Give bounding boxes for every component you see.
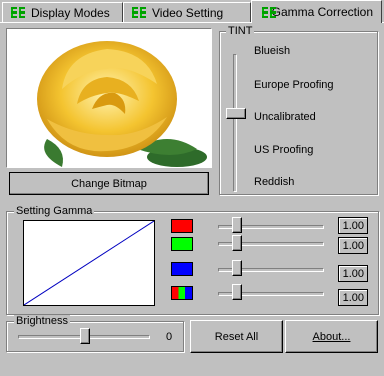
about-button[interactable]: About... [285, 320, 378, 353]
rgb-channel-swatch [171, 286, 193, 300]
tab-label: Display Modes [31, 5, 110, 20]
tint-slider-track[interactable] [233, 54, 237, 192]
monitor-settings-icon [11, 7, 25, 18]
brightness-value: 0 [166, 331, 173, 343]
reset-all-label: Reset All [214, 330, 259, 343]
green-gamma-value: 1.00 [338, 237, 368, 254]
gamma-curve [23, 220, 155, 306]
red-channel-swatch [171, 219, 193, 233]
bitmap-preview [6, 28, 212, 168]
tint-group-title: TINT [226, 25, 255, 37]
change-bitmap-label: Change Bitmap [71, 177, 147, 190]
tint-option-uncalibrated[interactable]: Uncalibrated [254, 111, 316, 123]
tint-option-reddish[interactable]: Reddish [254, 176, 294, 188]
tab-label: Video Setting [152, 5, 224, 20]
about-label: About... [312, 330, 351, 343]
tint-slider-thumb[interactable] [226, 108, 246, 119]
green-channel-swatch [171, 237, 193, 251]
blue-channel-swatch [171, 262, 193, 276]
red-gamma-value: 1.00 [338, 217, 368, 234]
gamma-curve-graph [23, 220, 155, 306]
monitor-settings-icon [132, 7, 146, 18]
reset-all-button[interactable]: Reset All [190, 320, 283, 353]
tab-gamma-correction[interactable]: Gamma Correction [251, 0, 382, 23]
monitor-settings-icon [262, 6, 275, 18]
gamma-group-title: Setting Gamma [14, 205, 95, 217]
green-gamma-slider-thumb[interactable] [232, 235, 242, 251]
tab-label: Gamma Correction [271, 5, 373, 19]
brightness-slider-thumb[interactable] [80, 328, 90, 344]
rose-image [7, 29, 211, 167]
tint-option-blueish[interactable]: Blueish [254, 45, 290, 57]
tab-display-modes[interactable]: Display Modes [2, 2, 123, 22]
blue-gamma-value: 1.00 [338, 265, 368, 282]
tab-video-setting[interactable]: Video Setting [123, 2, 251, 22]
blue-gamma-slider-thumb[interactable] [232, 260, 242, 276]
rgb-gamma-value: 1.00 [338, 289, 368, 306]
rgb-gamma-slider-thumb[interactable] [232, 284, 242, 300]
brightness-group-title: Brightness [14, 315, 70, 327]
tint-option-europe-proofing[interactable]: Europe Proofing [254, 79, 334, 91]
red-gamma-slider-thumb[interactable] [232, 217, 242, 233]
tint-option-us-proofing[interactable]: US Proofing [254, 144, 313, 156]
change-bitmap-button[interactable]: Change Bitmap [9, 172, 209, 195]
